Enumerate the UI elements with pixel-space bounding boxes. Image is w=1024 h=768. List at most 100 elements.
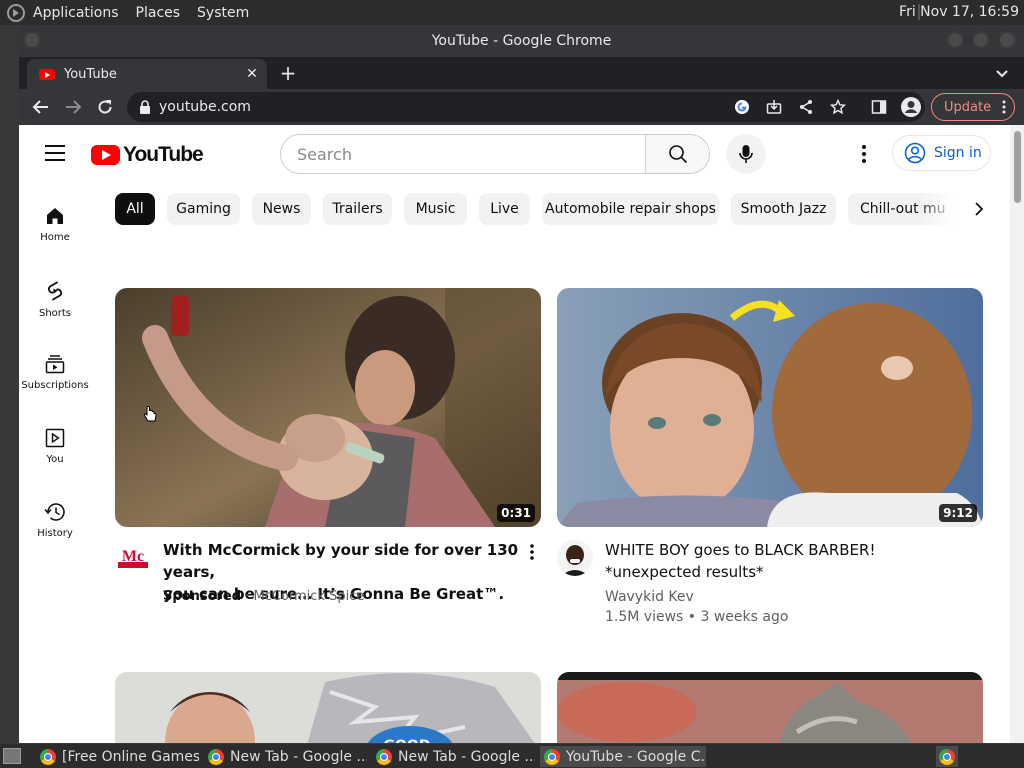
side-panel-icon [871, 100, 887, 114]
page-scrollbar[interactable] [1010, 125, 1024, 743]
more-vert-icon [530, 544, 534, 560]
tab-youtube[interactable]: YouTube ✕ [27, 59, 267, 89]
chrome-icon [208, 748, 224, 765]
taskbar-item-new-tab-2[interactable]: New Tab - Google ... [372, 746, 535, 767]
shorts-icon [48, 281, 62, 301]
chip-smooth-jazz[interactable]: Smooth Jazz [731, 193, 836, 225]
video-thumbnail-mccormick[interactable]: 0:31 [115, 288, 541, 527]
os-logo-icon[interactable] [7, 3, 25, 22]
chip-scroll-next-button[interactable] [969, 199, 989, 219]
video-meta-mccormick: Sponsored · McCormick Spice [163, 587, 364, 607]
search-box [280, 134, 710, 174]
os-taskbar: [Free Online Games... New Tab - Google .… [0, 743, 1024, 768]
chip-music[interactable]: Music [404, 193, 467, 225]
voice-search-button[interactable] [726, 134, 766, 174]
video-thumbnail-row2-left[interactable]: GOOD [115, 672, 541, 743]
share-icon[interactable] [797, 98, 815, 116]
window-minimize-button[interactable] [946, 31, 964, 49]
guide-item-shorts[interactable]: Shorts [19, 278, 91, 338]
chip-all[interactable]: All [115, 193, 155, 225]
chip-live[interactable]: Live [479, 193, 530, 225]
os-menu-places[interactable]: Places [136, 5, 181, 21]
side-panel-button[interactable] [868, 96, 890, 118]
profile-avatar-icon [901, 97, 921, 117]
os-clock[interactable]: Fri Nov 17, 16:59 [899, 4, 1019, 20]
channel-name[interactable]: · McCormick Spice [245, 589, 364, 604]
home-icon [47, 208, 63, 224]
guide-label-shorts: Shorts [38, 308, 72, 319]
update-button[interactable]: Update [931, 93, 1015, 121]
channel-avatar-wavykid-kev[interactable] [557, 540, 593, 576]
install-app-icon[interactable] [765, 98, 783, 116]
lock-icon[interactable] [139, 100, 151, 114]
tab-strip: YouTube ✕ + [19, 57, 1024, 89]
forward-arrow-icon [66, 100, 82, 114]
tab-close-icon[interactable]: ✕ [243, 65, 261, 83]
desktop-background [0, 25, 19, 743]
scrollbar-thumb[interactable] [1014, 131, 1021, 203]
thumbnail-image [557, 288, 983, 527]
search-input[interactable] [281, 135, 645, 173]
url-text[interactable]: youtube.com [159, 99, 251, 115]
tab-label: YouTube [64, 66, 117, 82]
thumbnail-image [115, 288, 541, 527]
sign-in-label: Sign in [934, 145, 982, 161]
chip-gaming[interactable]: Gaming [167, 193, 240, 225]
os-menu-applications[interactable]: Applications [33, 5, 119, 21]
video-duration: 9:12 [939, 504, 977, 522]
channel-avatar-mccormick[interactable]: Mc [115, 540, 151, 576]
guide-item-home[interactable]: Home [19, 204, 91, 264]
tray-chrome-button[interactable] [936, 746, 958, 767]
browser-toolbar: youtube.com Update [19, 89, 1024, 125]
chrome-icon [939, 748, 955, 765]
window-close-button[interactable] [998, 31, 1016, 49]
youtube-logo[interactable]: YouTube [91, 143, 204, 167]
bookmark-star-icon[interactable] [829, 98, 847, 116]
guide-item-history[interactable]: History [19, 500, 91, 560]
window-maximize-button[interactable] [972, 31, 990, 49]
forward-button[interactable] [62, 96, 84, 118]
youtube-page: YouTube Sign in All Gaming News Trailers… [19, 125, 1024, 743]
reload-button[interactable] [94, 96, 116, 118]
guide-item-subscriptions[interactable]: Subscriptions [19, 352, 91, 412]
settings-more-button[interactable] [855, 142, 873, 166]
search-button[interactable] [645, 135, 709, 173]
update-label: Update [944, 99, 992, 115]
os-top-panel: Applications Places System Fri Nov 17, 1… [0, 0, 1024, 25]
search-icon [668, 145, 687, 164]
video-thumbnail-row2-right[interactable] [557, 672, 983, 743]
video-action-menu-button[interactable] [524, 541, 540, 563]
more-vert-icon [1002, 100, 1006, 114]
mccormick-logo-icon: Mc [115, 540, 151, 576]
window-menu-icon[interactable] [23, 31, 41, 49]
taskbar-item-free-online-games[interactable]: [Free Online Games... [36, 746, 199, 767]
taskbar-item-youtube[interactable]: YouTube - Google C... [540, 746, 706, 767]
window-title: YouTube - Google Chrome [431, 33, 612, 49]
guide-menu-button[interactable] [45, 145, 65, 161]
chip-trailers[interactable]: Trailers [323, 193, 392, 225]
sign-in-button[interactable]: Sign in [892, 135, 991, 171]
channel-name[interactable]: Wavykid Kev [605, 587, 788, 607]
address-bar[interactable]: youtube.com [127, 92, 925, 122]
chip-automobile-repair-shops[interactable]: Automobile repair shops [542, 193, 719, 225]
taskbar-item-label: New Tab - Google ... [398, 748, 535, 765]
google-lens-icon[interactable] [733, 98, 751, 116]
profile-button[interactable] [900, 96, 922, 118]
video-title-barber[interactable]: WHITE BOY goes to BLACK BARBER! *unexpec… [605, 539, 975, 583]
os-menu-system[interactable]: System [197, 5, 249, 21]
new-tab-button[interactable]: + [277, 62, 299, 84]
guide-label-home: Home [40, 232, 70, 243]
video-meta-barber: Wavykid Kev 1.5M views • 3 weeks ago [605, 587, 788, 627]
guide-label-history: History [37, 528, 73, 539]
hand-cursor-icon [143, 406, 157, 422]
back-button[interactable] [30, 96, 52, 118]
show-desktop-icon[interactable] [3, 748, 21, 764]
window-titlebar[interactable]: YouTube - Google Chrome [19, 25, 1024, 57]
taskbar-item-new-tab-1[interactable]: New Tab - Google ... [204, 746, 367, 767]
taskbar-item-label: New Tab - Google ... [230, 748, 367, 765]
guide-item-you[interactable]: You [19, 426, 91, 486]
tab-search-chevron-icon[interactable] [994, 65, 1010, 81]
video-thumbnail-barber[interactable]: 9:12 [557, 288, 983, 527]
chip-news[interactable]: News [252, 193, 311, 225]
taskbar-item-label: [Free Online Games... [62, 748, 199, 765]
